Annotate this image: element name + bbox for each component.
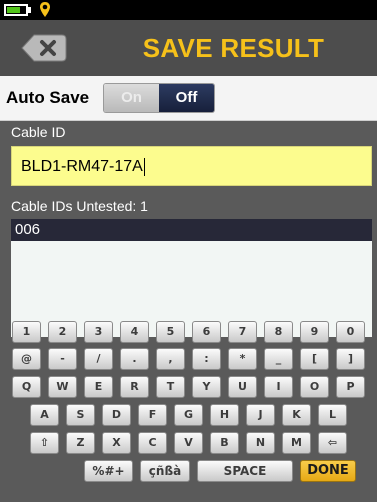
key[interactable]: [ bbox=[300, 348, 329, 370]
key[interactable]: Z bbox=[66, 432, 95, 454]
key[interactable]: E bbox=[84, 376, 113, 398]
key[interactable]: @ bbox=[12, 348, 41, 370]
keyboard-row: ⇧ Z X C V B N M ⇦ bbox=[0, 432, 377, 454]
list-item-label: 006 bbox=[15, 221, 41, 238]
key[interactable]: . bbox=[120, 348, 149, 370]
key[interactable]: : bbox=[192, 348, 221, 370]
key[interactable]: 1 bbox=[12, 321, 41, 343]
key[interactable]: P bbox=[336, 376, 365, 398]
key[interactable]: Q bbox=[12, 376, 41, 398]
auto-save-label: Auto Save bbox=[6, 88, 90, 107]
symbols-key[interactable]: %#+ bbox=[84, 460, 133, 482]
key[interactable]: V bbox=[174, 432, 203, 454]
battery-icon bbox=[4, 4, 28, 16]
cable-id-input[interactable]: BLD1-RM47-17A bbox=[11, 146, 372, 186]
key[interactable]: ] bbox=[336, 348, 365, 370]
back-button[interactable] bbox=[20, 33, 68, 63]
text-cursor bbox=[143, 157, 145, 176]
key[interactable]: U bbox=[228, 376, 257, 398]
key[interactable]: 0 bbox=[336, 321, 365, 343]
keyboard-row: ASDFGHJKL bbox=[0, 404, 377, 426]
key[interactable]: 8 bbox=[264, 321, 293, 343]
key[interactable]: F bbox=[138, 404, 167, 426]
key[interactable]: _ bbox=[264, 348, 293, 370]
key[interactable]: 4 bbox=[120, 321, 149, 343]
key[interactable]: I bbox=[264, 376, 293, 398]
cable-id-value: BLD1-RM47-17A bbox=[21, 158, 143, 175]
key[interactable]: H bbox=[210, 404, 239, 426]
location-pin-icon bbox=[40, 2, 50, 17]
status-bar bbox=[0, 0, 377, 20]
auto-save-row: Auto Save On Off bbox=[0, 76, 377, 121]
accented-chars-key[interactable]: çñßà bbox=[140, 460, 190, 482]
key[interactable]: C bbox=[138, 432, 167, 454]
key[interactable]: M bbox=[282, 432, 311, 454]
key[interactable]: X bbox=[102, 432, 131, 454]
key[interactable]: B bbox=[210, 432, 239, 454]
key[interactable]: D bbox=[102, 404, 131, 426]
backspace-key[interactable]: ⇦ bbox=[318, 432, 347, 454]
key[interactable]: S bbox=[66, 404, 95, 426]
keyboard-row: QWERTYUIOP bbox=[0, 376, 377, 398]
key[interactable]: G bbox=[174, 404, 203, 426]
auto-save-toggle[interactable]: On Off bbox=[104, 84, 214, 112]
keyboard-row: %#+ çñßà SPACE DONE bbox=[0, 460, 377, 482]
key[interactable]: W bbox=[48, 376, 77, 398]
key[interactable]: A bbox=[30, 404, 59, 426]
shift-key[interactable]: ⇧ bbox=[30, 432, 59, 454]
untested-count-label: Cable IDs Untested: 1 bbox=[11, 198, 148, 214]
key[interactable]: 6 bbox=[192, 321, 221, 343]
key[interactable]: N bbox=[246, 432, 275, 454]
keyboard-row: 1234567890 bbox=[0, 321, 377, 343]
done-key[interactable]: DONE bbox=[300, 460, 356, 482]
key[interactable]: 5 bbox=[156, 321, 185, 343]
key[interactable]: Y bbox=[192, 376, 221, 398]
key[interactable]: 7 bbox=[228, 321, 257, 343]
auto-save-on-option[interactable]: On bbox=[104, 84, 159, 112]
title-bar: SAVE RESULT bbox=[0, 20, 377, 76]
cable-id-label: Cable ID bbox=[11, 124, 66, 140]
key[interactable]: / bbox=[84, 348, 113, 370]
key[interactable]: , bbox=[156, 348, 185, 370]
list-item[interactable]: 006 bbox=[11, 219, 372, 241]
key[interactable]: * bbox=[228, 348, 257, 370]
key[interactable]: 9 bbox=[300, 321, 329, 343]
page-title: SAVE RESULT bbox=[142, 33, 325, 63]
key[interactable]: O bbox=[300, 376, 329, 398]
key[interactable]: L bbox=[318, 404, 347, 426]
key[interactable]: 2 bbox=[48, 321, 77, 343]
key[interactable]: K bbox=[282, 404, 311, 426]
key[interactable]: T bbox=[156, 376, 185, 398]
key[interactable]: J bbox=[246, 404, 275, 426]
battery-tip bbox=[28, 7, 31, 13]
key[interactable]: - bbox=[48, 348, 77, 370]
auto-save-off-option[interactable]: Off bbox=[159, 84, 214, 112]
on-screen-keyboard: 1 2 3 4 5 6 7 8 9 0 @ - /.,: * _ [] Q W E R T Y U I O P A S D F G H J K L ⇧… bbox=[0, 312, 377, 502]
keyboard-row: @ - /.,: * _ [] bbox=[0, 348, 377, 370]
battery-level-fill bbox=[7, 7, 20, 13]
space-key[interactable]: SPACE bbox=[197, 460, 293, 482]
key[interactable]: 3 bbox=[84, 321, 113, 343]
key[interactable]: R bbox=[120, 376, 149, 398]
